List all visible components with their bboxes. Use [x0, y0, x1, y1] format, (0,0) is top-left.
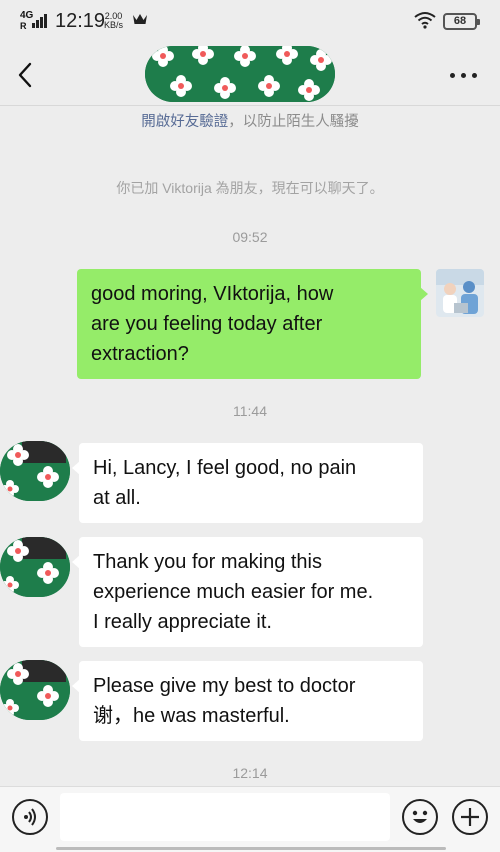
back-button[interactable]	[12, 58, 40, 92]
more-functions-button[interactable]	[452, 799, 488, 835]
incoming-message-bubble[interactable]: Hi, Lancy, I feel good, no pain at all.	[72, 443, 423, 523]
voice-icon	[24, 808, 36, 826]
message-line: good moring, VIktorija, how	[91, 283, 334, 305]
contact-avatar[interactable]	[0, 537, 70, 597]
chat-header	[0, 44, 500, 106]
message-line: 谢，he was masterful.	[93, 705, 290, 727]
friend-verification-tip: 開啟好友驗證，以防止陌生人騷擾	[0, 110, 500, 131]
input-bar	[0, 786, 500, 852]
message-line: Thank you for making this	[93, 551, 322, 573]
more-options-button[interactable]	[448, 70, 480, 82]
message-line: at all.	[93, 487, 141, 509]
message-line: extraction?	[91, 343, 189, 365]
contact-name-redaction	[145, 46, 335, 102]
contact-avatar[interactable]	[0, 660, 70, 720]
gesture-bar	[56, 847, 446, 850]
friend-added-notice: 你已加 Viktorija 為朋友，現在可以聊天了。	[116, 180, 384, 196]
outgoing-message-bubble[interactable]: good moring, VIktorija, how are you feel…	[77, 269, 428, 379]
speed-unit: KB/s	[104, 20, 124, 30]
status-bar: 4G R 12:19 2.00 KB/s 68	[0, 0, 500, 44]
message-line: I really appreciate it.	[93, 611, 272, 633]
battery-indicator: 68	[443, 13, 480, 30]
wifi-icon	[414, 12, 436, 29]
message-line: are you feeling today after	[91, 313, 323, 335]
my-avatar[interactable]	[436, 269, 484, 317]
crown-icon	[133, 14, 147, 24]
message-line: Please give my best to doctor	[93, 675, 356, 697]
timestamp: 09:52	[232, 229, 268, 245]
contact-avatar[interactable]	[0, 441, 70, 501]
timestamp: 12:14	[232, 765, 268, 781]
message-line: experience much easier for me.	[93, 581, 374, 603]
network-speed: 2.00 KB/s	[104, 12, 123, 30]
enable-verification-link[interactable]: 開啟好友驗證	[141, 114, 228, 130]
incoming-message-bubble[interactable]: Please give my best to doctor 谢，he was m…	[72, 661, 423, 741]
voice-button[interactable]	[12, 799, 48, 835]
verification-tip-text: ，以防止陌生人騷擾	[228, 114, 359, 130]
clock: 12:19	[55, 10, 106, 32]
emoji-icon	[412, 810, 428, 823]
signal-icon	[32, 14, 48, 28]
message-line: Hi, Lancy, I feel good, no pain	[93, 457, 357, 479]
plus-icon	[461, 808, 479, 826]
emoji-button[interactable]	[402, 799, 438, 835]
timestamp: 11:44	[233, 403, 267, 419]
message-input[interactable]	[60, 793, 390, 841]
incoming-message-bubble[interactable]: Thank you for making this experience muc…	[72, 537, 423, 647]
